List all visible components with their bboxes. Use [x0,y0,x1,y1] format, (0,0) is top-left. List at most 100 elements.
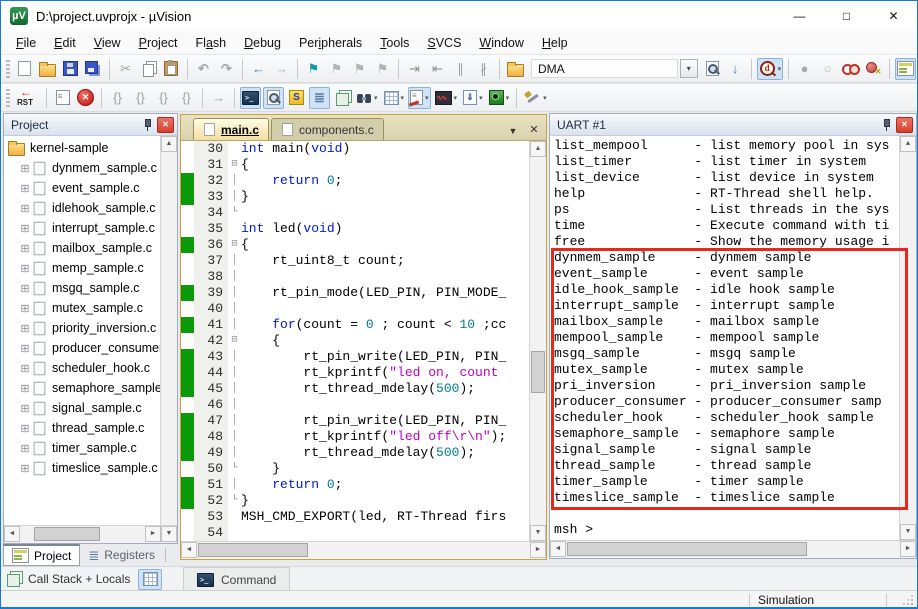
expand-icon[interactable]: ⊞ [18,342,32,355]
goto-next-bookmark-button[interactable]: ⚑ [326,58,347,80]
tab-main-c[interactable]: main.c [193,118,270,140]
code-line[interactable]: 48 │ rt_kprintf("led off\r\n"); [181,429,529,445]
scroll-left-icon[interactable]: ◄ [550,541,566,557]
save-all-button[interactable] [83,58,104,80]
window-list-icon[interactable]: ▼ [504,126,522,136]
scroll-right-icon[interactable]: ► [145,526,161,542]
project-close-icon[interactable]: ✕ [157,116,174,133]
expand-icon[interactable]: ⊞ [18,162,32,175]
toolbar-grip[interactable] [6,88,10,107]
close-button[interactable]: ✕ [870,1,917,31]
copy-button[interactable] [138,58,159,80]
expand-icon[interactable]: ⊞ [18,262,32,275]
code-line[interactable]: 39 │ rt_pin_mode(LED_PIN, PIN_MODE_ [181,285,529,301]
unindent-button[interactable]: ⇤ [427,58,448,80]
expand-icon[interactable]: ⊞ [18,442,32,455]
expand-icon[interactable]: ⊞ [18,282,32,295]
code-line[interactable]: 53 MSH_CMD_EXPORT(led, RT-Thread firs [181,509,529,525]
show-next-statement-button[interactable]: → [208,87,229,109]
code-line[interactable]: 36 ⊟{ [181,237,529,253]
code-line[interactable]: 54 [181,525,529,541]
fold-marker[interactable]: ⊟ [228,237,241,253]
scrollbar-thumb[interactable] [34,527,100,541]
expand-icon[interactable]: ⊞ [18,402,32,415]
menu-project[interactable]: Project [130,36,187,50]
redo-button[interactable]: ↷ [216,58,237,80]
code-line[interactable]: 52 └} [181,493,529,509]
search-input[interactable]: DMA [530,59,678,78]
menu-edit[interactable]: Edit [45,36,85,50]
watch-windows-button[interactable]: ▾ [355,87,380,109]
code-line[interactable]: 31 ⊟{ [181,157,529,173]
new-file-button[interactable] [14,58,35,80]
expand-icon[interactable]: ⊞ [18,242,32,255]
tree-item-interrupt_sample-c[interactable]: ⊞ interrupt_sample.c [4,218,160,238]
code-line[interactable]: 50 └ } [181,461,529,477]
expand-icon[interactable]: ⊞ [18,422,32,435]
fold-marker[interactable]: ⊟ [228,333,241,349]
code-line[interactable]: 51 │ return 0; [181,477,529,493]
menu-svcs[interactable]: SVCS [418,36,470,50]
scroll-left-icon[interactable]: ◄ [181,542,197,558]
scroll-right-icon[interactable]: ► [900,541,916,557]
clear-all-bookmarks-button[interactable]: ⚑ [372,58,393,80]
kill-all-breakpoints-button[interactable] [863,58,884,80]
tab-command[interactable]: Command [183,567,291,591]
code-line[interactable]: 30 int main(void) [181,141,529,157]
minimize-button[interactable]: — [776,1,823,31]
tree-item-timer_sample-c[interactable]: ⊞ timer_sample.c [4,438,160,458]
tree-item-producer_consumer-c[interactable]: ⊞ producer_consumer.c [4,338,160,358]
uart-output[interactable]: list_mempool - list memory pool in sys li… [550,136,899,540]
serial-windows-button[interactable]: ▾ [408,86,431,109]
run-to-cursor-line-button[interactable]: {} [176,87,197,109]
code-line[interactable]: 34 └ [181,205,529,221]
code-area[interactable]: 30 int main(void) 31 ⊟{32 │ return 0; 33 │} 34 └… [181,141,529,541]
tree-item-signal_sample-c[interactable]: ⊞ signal_sample.c [4,398,160,418]
disassembly-window-button[interactable] [263,86,284,109]
project-vertical-scrollbar[interactable]: ▲ [160,136,177,525]
expand-icon[interactable]: ⊞ [18,222,32,235]
tab-registers[interactable]: ≣ Registers [80,544,163,566]
editor-horizontal-scrollbar[interactable]: ◄ ► [181,541,546,559]
expand-icon[interactable]: ⊞ [18,462,32,475]
toolbox-button[interactable]: ▾ [522,87,549,109]
code-line[interactable]: 35 int led(void) [181,221,529,237]
scrollbar-thumb[interactable] [198,543,308,557]
expand-icon[interactable]: ⊞ [18,302,32,315]
expand-icon[interactable]: ⊞ [18,362,32,375]
resize-grip-icon[interactable] [901,593,915,607]
step-over-button[interactable]: {} [130,87,151,109]
project-window-toggle-button[interactable] [895,57,916,80]
code-line[interactable]: 43 │ rt_pin_write(LED_PIN, PIN_ [181,349,529,365]
scroll-up-icon[interactable]: ▲ [161,136,177,152]
incremental-find-button[interactable]: ↓ [725,58,746,80]
code-line[interactable]: 32 │ return 0; [181,173,529,189]
tab-components-c[interactable]: components.c [271,118,384,140]
save-button[interactable] [60,58,81,80]
insert-bookmark-button[interactable]: ⚑ [303,58,324,80]
scroll-left-icon[interactable]: ◄ [4,526,20,542]
expand-icon[interactable]: ⊞ [18,322,32,335]
tree-item-memp_sample-c[interactable]: ⊞ memp_sample.c [4,258,160,278]
disable-all-breakpoints-button[interactable] [840,58,861,80]
callstack-bar[interactable]: Call Stack + Locals [1,568,179,590]
toolbar-grip[interactable] [6,59,10,78]
menu-file[interactable]: File [7,36,45,50]
scroll-down-icon[interactable]: ▼ [161,526,177,542]
call-stack-window-button[interactable] [332,87,353,109]
code-line[interactable]: 37 │ rt_uint8_t count; [181,253,529,269]
fold-marker[interactable]: ⊟ [228,157,241,173]
code-line[interactable]: 49 │ rt_thread_mdelay(500); [181,445,529,461]
run-button[interactable] [52,87,73,109]
code-line[interactable]: 46 │ [181,397,529,413]
symbol-window-button[interactable] [286,87,307,109]
step-out-button[interactable]: {} [153,87,174,109]
maximize-button[interactable]: □ [823,1,870,31]
tab-project[interactable]: Project [3,544,81,566]
tree-item-timeslice_sample-c[interactable]: ⊞ timeslice_sample.c [4,458,160,478]
find-in-files-scope-button[interactable] [505,58,526,80]
goto-previous-bookmark-button[interactable]: ⚑ [349,58,370,80]
code-line[interactable]: 45 │ rt_thread_mdelay(500); [181,381,529,397]
menu-peripherals[interactable]: Peripherals [290,36,371,50]
code-line[interactable]: 41 │ for(count = 0 ; count < 10 ;cc [181,317,529,333]
